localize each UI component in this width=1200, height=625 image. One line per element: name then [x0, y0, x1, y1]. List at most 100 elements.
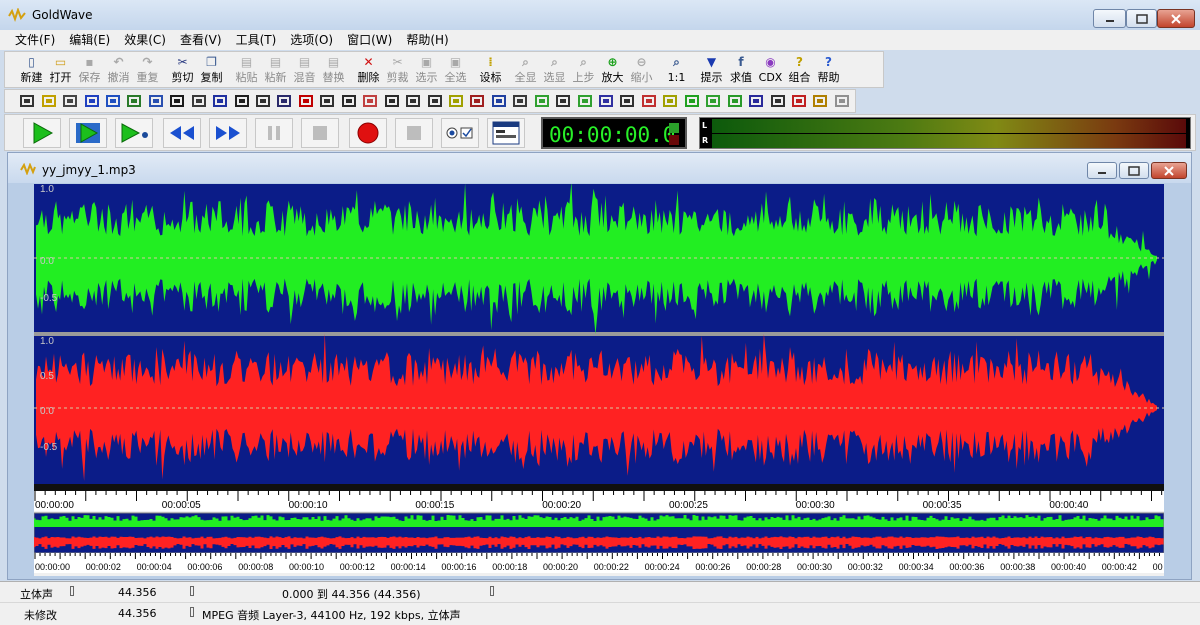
- menu-tools[interactable]: 工具(T): [229, 31, 284, 49]
- playback-rate-icon[interactable]: [555, 92, 571, 110]
- fade-out-icon[interactable]: [383, 92, 399, 110]
- pause-button[interactable]: [255, 118, 293, 148]
- toolbar-button-undo[interactable]: ↶ 撤消: [104, 52, 133, 87]
- mechanize-icon[interactable]: [126, 92, 142, 110]
- volume-change-icon[interactable]: [319, 92, 335, 110]
- dynamics-icon[interactable]: [40, 92, 56, 110]
- reverb-icon[interactable]: [212, 92, 228, 110]
- toolbar-button-zoom-1-1[interactable]: ⌕ 1:1: [662, 52, 691, 87]
- loop-icon[interactable]: [705, 92, 721, 110]
- play-from-cursor-button[interactable]: [115, 118, 153, 148]
- echo-icon[interactable]: [62, 92, 78, 110]
- doc-minimize-button[interactable]: [1087, 162, 1117, 179]
- bandpass-icon[interactable]: [512, 92, 528, 110]
- toolbar-button-paste[interactable]: ▤ 粘贴: [232, 52, 261, 87]
- auto-trim-icon[interactable]: [662, 92, 678, 110]
- timeline-ruler[interactable]: [34, 491, 1164, 511]
- noise-reduction-icon[interactable]: [469, 92, 485, 110]
- toolbar-button-label: 剪裁: [386, 71, 409, 84]
- close-button[interactable]: [1157, 9, 1195, 28]
- toolbar-button-zoom-out[interactable]: ⊖ 缩小: [627, 52, 656, 87]
- toolbar-button-label: 1:1: [667, 71, 686, 84]
- pitch-icon[interactable]: [191, 92, 207, 110]
- toolbar-button-replace[interactable]: ▤ 替换: [319, 52, 348, 87]
- rewind-button[interactable]: [163, 118, 201, 148]
- hz-icon[interactable]: [748, 92, 764, 110]
- toolbar-button-trim[interactable]: ✂ 剪裁: [383, 52, 412, 87]
- stop-button[interactable]: [301, 118, 339, 148]
- waveform-area[interactable]: 1.0 0.0 -0.5 1.0 0.5 0.0 -0.5 00:00:00 00:00:05 0…: [32, 181, 1173, 576]
- toolbar-button-label: 全显: [514, 71, 537, 84]
- restore-icon[interactable]: [619, 92, 635, 110]
- pop-click-icon[interactable]: [598, 92, 614, 110]
- offset-icon[interactable]: [148, 92, 164, 110]
- menu-file[interactable]: 文件(F): [8, 31, 62, 49]
- waveform-display[interactable]: 1.0 0.0 -0.5 1.0 0.5 0.0 -0.5 00:00:00 00:00:05 0…: [32, 181, 1173, 576]
- timeline-label: 00:00:05: [162, 500, 201, 511]
- timer-icon[interactable]: [812, 92, 828, 110]
- toolbar-button-new-file[interactable]: ▯ 新建: [17, 52, 46, 87]
- toolbar-button-zoom-all[interactable]: ⌕ 全显: [511, 52, 540, 87]
- doc-restore-button[interactable]: [1119, 162, 1149, 179]
- reverse-icon[interactable]: [233, 92, 249, 110]
- toolbar-button-scissors[interactable]: ✂ 剪切: [168, 52, 197, 87]
- toolbar-button-save[interactable]: ▪ 保存: [75, 52, 104, 87]
- invert-icon[interactable]: [105, 92, 121, 110]
- toolbar-button-copy[interactable]: ❐ 复制: [197, 52, 226, 87]
- fast-forward-button[interactable]: [209, 118, 247, 148]
- toolbar-button-select-view[interactable]: ▣ 选示: [412, 52, 441, 87]
- menu-edit[interactable]: 编辑(E): [62, 31, 117, 49]
- toolbar-button-paste-new[interactable]: ▤ 粘新: [261, 52, 290, 87]
- channel-icon[interactable]: [769, 92, 785, 110]
- toolbar-button-expression[interactable]: f 求值: [726, 52, 756, 87]
- cue-points-icon[interactable]: [684, 92, 700, 110]
- toolbar-button-combine[interactable]: ? 组合: [785, 52, 814, 87]
- silence-icon[interactable]: [255, 92, 271, 110]
- speed-icon[interactable]: [726, 92, 742, 110]
- filter-icon[interactable]: [491, 92, 507, 110]
- remove-icon[interactable]: [791, 92, 807, 110]
- matcher-icon[interactable]: [405, 92, 421, 110]
- toolbar-button-cd[interactable]: ◉ CDX: [756, 52, 785, 87]
- doppler-icon[interactable]: [19, 92, 35, 110]
- record-options-button[interactable]: [441, 118, 479, 148]
- toolbar-button-set-marker[interactable]: ⁞ 设标: [476, 52, 505, 87]
- record-button[interactable]: [349, 118, 387, 148]
- main-toolbar: ▯ 新建 ▭ 打开 ▪ 保存 ↶ 撤消 ↷ 重复 ✂ 剪切 ❐ 复制 ▤ 粘贴 ▤ 粘新 ▤ 混音 ▤ 替换 ✕ 删除 ✂ 剪裁 ▣…: [4, 51, 884, 88]
- pan-icon[interactable]: [169, 92, 185, 110]
- spectrum-icon[interactable]: [534, 92, 550, 110]
- toolbar-button-delete[interactable]: ✕ 删除: [354, 52, 383, 87]
- fade-in-icon[interactable]: [362, 92, 378, 110]
- toolbar-button-cue[interactable]: ▼ 提示: [697, 52, 726, 87]
- menu-view[interactable]: 查看(V): [173, 31, 229, 49]
- control-properties-button[interactable]: [487, 118, 525, 148]
- resample-icon[interactable]: [576, 92, 592, 110]
- toolbar-button-select-all[interactable]: ▣ 全选: [441, 52, 470, 87]
- toolbar-button-zoom-in[interactable]: ⊕ 放大: [598, 52, 627, 87]
- time-warp-icon[interactable]: [298, 92, 314, 110]
- play-button[interactable]: [23, 118, 61, 148]
- toolbar-button-mix[interactable]: ▤ 混音: [290, 52, 319, 87]
- equalizer-icon[interactable]: [448, 92, 464, 110]
- doc-close-button[interactable]: [1151, 162, 1187, 179]
- volume-shape-icon[interactable]: [341, 92, 357, 110]
- minimize-button[interactable]: [1093, 9, 1126, 28]
- compress-icon[interactable]: [641, 92, 657, 110]
- stereo-icon[interactable]: [276, 92, 292, 110]
- menu-effects[interactable]: 效果(C): [117, 31, 173, 49]
- toolbar-button-zoom-previous[interactable]: ⌕ 上步: [569, 52, 598, 87]
- maximize-icon[interactable]: [426, 92, 442, 110]
- toolbar-button-label: 重复: [136, 71, 159, 84]
- stop-record-button[interactable]: [395, 118, 433, 148]
- menu-help[interactable]: 帮助(H): [399, 31, 455, 49]
- mail-icon[interactable]: [834, 92, 850, 110]
- maximize-button[interactable]: [1126, 9, 1157, 28]
- toolbar-button-help[interactable]: ? 帮助: [814, 52, 843, 87]
- flange-icon[interactable]: [83, 92, 99, 110]
- menu-window[interactable]: 窗口(W): [340, 31, 399, 49]
- toolbar-button-zoom-selection[interactable]: ⌕ 选显: [540, 52, 569, 87]
- menu-options[interactable]: 选项(O): [283, 31, 340, 49]
- toolbar-button-redo[interactable]: ↷ 重复: [133, 52, 162, 87]
- toolbar-button-open-folder[interactable]: ▭ 打开: [46, 52, 75, 87]
- play-selection-button[interactable]: [69, 118, 107, 148]
